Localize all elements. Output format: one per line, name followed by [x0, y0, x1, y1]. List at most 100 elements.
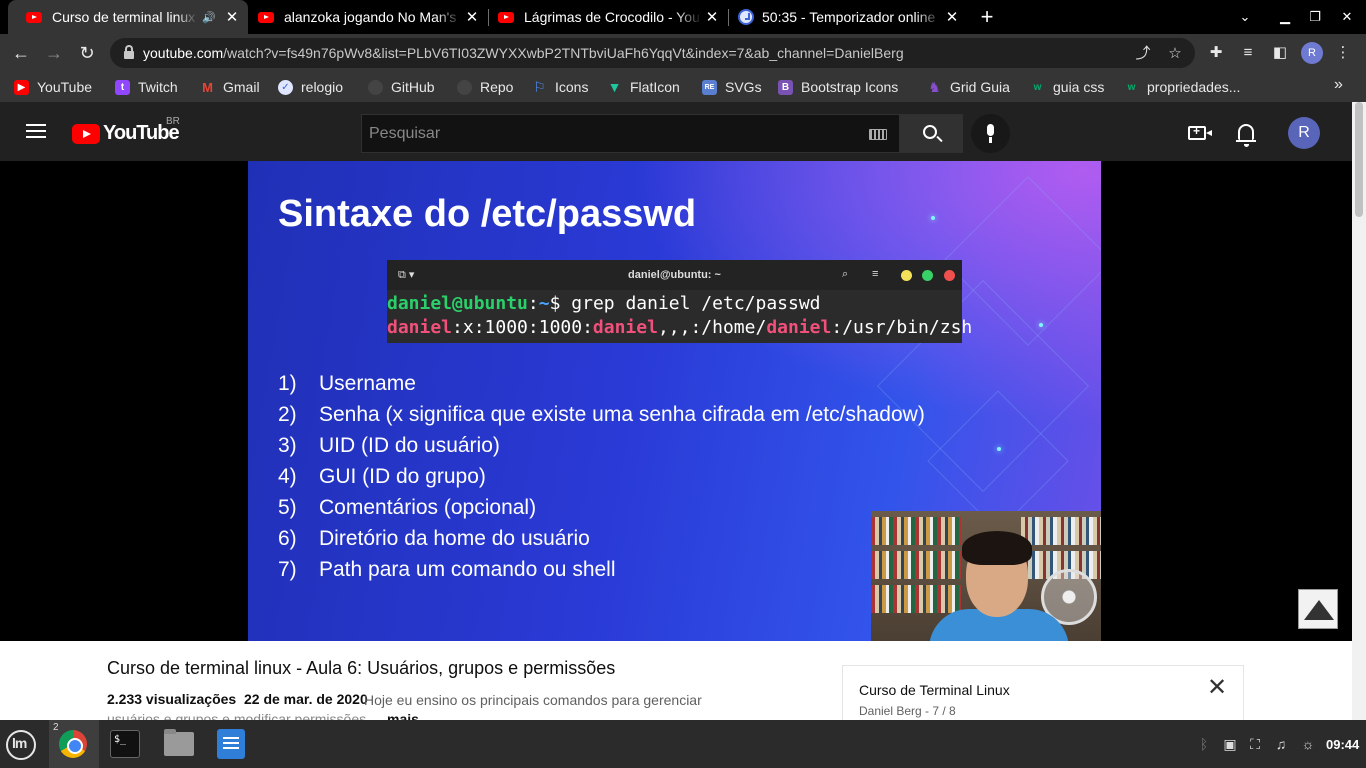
- bookmarks-overflow-chevron-icon[interactable]: »: [1334, 76, 1343, 94]
- media-queue-icon[interactable]: ≡: [1237, 42, 1259, 64]
- url-text[interactable]: youtube.com/watch?v=fs49n76pWv8&list=PLb…: [143, 45, 904, 61]
- tab-search-chevron-icon[interactable]: ⌄: [1228, 0, 1262, 34]
- scrollbar-thumb[interactable]: [1355, 102, 1363, 217]
- bookmark-star-icon[interactable]: ☆: [1164, 43, 1186, 65]
- tab-temporizador[interactable]: 50:35 - Temporizador online ✕: [728, 0, 968, 34]
- close-playlist-icon[interactable]: ✕: [1205, 676, 1229, 700]
- minimize-icon[interactable]: ▁: [1268, 0, 1302, 34]
- youtube-icon: [26, 11, 42, 23]
- bookmark-github[interactable]: GitHub: [368, 77, 435, 97]
- channel-watermark-logo[interactable]: [1298, 589, 1338, 629]
- bookmark-label: Twitch: [138, 79, 178, 95]
- list-item: 3) UID (ID do usuário): [278, 433, 500, 457]
- search-placeholder: Pesquisar: [369, 125, 441, 142]
- forward-button[interactable]: →: [42, 41, 66, 65]
- list-item: 2) Senha (x significa que existe uma senh…: [278, 402, 925, 426]
- video-stats: 2.233 visualizações 22 de mar. de 2020: [107, 691, 368, 707]
- youtube-play-icon: [72, 123, 100, 144]
- playlist-panel[interactable]: Curso de Terminal Linux Daniel Berg - 7 …: [842, 665, 1244, 725]
- bookmark-label: FlatIcon: [630, 79, 680, 95]
- menu-kebab-icon[interactable]: ⋮: [1332, 42, 1354, 64]
- hamburger-menu-icon[interactable]: [26, 124, 46, 138]
- lock-icon[interactable]: [124, 45, 134, 59]
- taskbar-files[interactable]: [153, 720, 203, 768]
- flag-icon: ⚐: [533, 78, 546, 95]
- tab-alanzoka[interactable]: alanzoka jogando No Man's Sky ✕: [248, 0, 488, 34]
- w3-icon: w: [1127, 81, 1136, 93]
- bookmark-propriedades[interactable]: w propriedades...: [1124, 77, 1241, 97]
- clock-time[interactable]: 09:44: [1326, 737, 1359, 752]
- playlist-title[interactable]: Curso de Terminal Linux: [859, 682, 1010, 698]
- slide-title: Sintaxe do /etc/passwd: [278, 193, 697, 235]
- side-panel-icon[interactable]: ◧: [1269, 42, 1291, 64]
- region-code: BR: [166, 116, 180, 127]
- mint-menu-icon[interactable]: [6, 730, 36, 760]
- bookmark-icons[interactable]: ⚐ Icons: [532, 77, 588, 97]
- clock-icon: [738, 9, 754, 25]
- page-scrollbar[interactable]: [1352, 102, 1366, 720]
- share-icon[interactable]: ⤴: [1132, 43, 1154, 65]
- bookmark-gmail[interactable]: M Gmail: [200, 77, 259, 97]
- bluetooth-icon[interactable]: ᛒ: [1196, 736, 1212, 752]
- taskbar-chrome[interactable]: 2: [49, 720, 99, 768]
- bookmark-youtube[interactable]: ▶ YouTube: [14, 77, 92, 97]
- voice-search-mic-icon[interactable]: [971, 114, 1010, 153]
- bookmark-repo[interactable]: Repo: [457, 77, 513, 97]
- close-tab-icon[interactable]: ✕: [942, 8, 962, 26]
- bookmark-label: Icons: [555, 79, 589, 95]
- speaker-icon[interactable]: 🔊: [202, 11, 216, 24]
- keyboard-icon[interactable]: [869, 129, 887, 140]
- clock-icon: ✓: [278, 79, 293, 95]
- bookmark-label: Repo: [480, 79, 514, 95]
- decorative-dot: [931, 216, 935, 220]
- notifications-bell-icon[interactable]: [1236, 124, 1256, 147]
- decorative-dot: [997, 447, 1001, 451]
- bookmark-relogio[interactable]: ✓ relogio: [278, 77, 343, 97]
- bookmark-guia-css[interactable]: w guia css: [1030, 77, 1105, 97]
- new-tab-button[interactable]: +: [976, 3, 998, 31]
- clipboard-icon[interactable]: ▣: [1222, 736, 1238, 752]
- taskbar-text-editor[interactable]: [206, 720, 256, 768]
- network-icon[interactable]: ⛶: [1247, 736, 1263, 752]
- bookmark-grid-guia[interactable]: ♞ Grid Guia: [927, 77, 1010, 97]
- bookmark-svgs[interactable]: RE SVGs: [702, 77, 762, 97]
- profile-avatar[interactable]: R: [1301, 42, 1323, 64]
- reload-button[interactable]: ↻: [75, 41, 99, 65]
- url-path: /watch?v=fs49n76pWv8&list=PLbV6TI03ZWYXX…: [223, 45, 904, 61]
- account-avatar[interactable]: R: [1288, 117, 1320, 149]
- bookmark-twitch[interactable]: t Twitch: [115, 77, 178, 97]
- video-description[interactable]: Hoje eu ensino os principais comandos pa…: [364, 692, 702, 708]
- taskbar-terminal[interactable]: $_: [99, 720, 149, 768]
- search-input[interactable]: Pesquisar: [361, 114, 900, 153]
- tab-lagrimas[interactable]: Lágrimas de Crocodilo - YouTube ✕: [488, 0, 728, 34]
- extensions-puzzle-icon[interactable]: ✚: [1205, 42, 1227, 64]
- video-info-section: Curso de terminal linux - Aula 6: Usuári…: [0, 641, 1352, 727]
- terminal-window: ⧉ ▾ daniel@ubuntu: ~ ⌕ ≡ daniel@ubuntu:~…: [387, 260, 972, 343]
- bookmarks-bar: ▶ YouTube t Twitch M Gmail ✓ relogio GitHub …: [0, 72, 1366, 102]
- list-item: 1) Username: [278, 371, 416, 395]
- close-tab-icon[interactable]: ✕: [462, 8, 482, 26]
- gmail-icon: M: [202, 79, 213, 95]
- close-tab-icon[interactable]: ✕: [702, 8, 722, 26]
- upload-date: 22 de mar. de 2020: [243, 691, 368, 707]
- sound-music-icon[interactable]: ♫: [1273, 736, 1289, 752]
- back-button[interactable]: ←: [9, 41, 33, 65]
- create-video-icon[interactable]: [1188, 124, 1212, 140]
- bookshelf-row: [871, 551, 961, 579]
- brightness-icon[interactable]: ☼: [1299, 736, 1317, 752]
- tab-title: 50:35 - Temporizador online: [762, 9, 936, 25]
- bookmark-bootstrap-icons[interactable]: B Bootstrap Icons: [778, 77, 898, 97]
- close-tab-icon[interactable]: ✕: [222, 8, 242, 26]
- passwd-fields-list: 1) Username 2) Senha (x significa que exis…: [278, 368, 925, 585]
- close-window-icon[interactable]: ✕: [1330, 0, 1364, 34]
- list-item: 7) Path para um comando ou shell: [278, 557, 616, 581]
- terminal-menu-icon: ≡: [872, 268, 879, 280]
- search-button[interactable]: [900, 114, 963, 153]
- address-bar[interactable]: youtube.com/watch?v=fs49n76pWv8&list=PLb…: [110, 38, 1195, 68]
- search-icon: [923, 125, 937, 139]
- bookmark-flaticon[interactable]: ▼ FlatIcon: [607, 77, 680, 97]
- tab-curso-terminal[interactable]: Curso de terminal linux - Aula 6: Usuári…: [8, 0, 248, 34]
- youtube-logo[interactable]: YouTube BR: [72, 116, 180, 145]
- terminal-titlebar: ⧉ ▾ daniel@ubuntu: ~ ⌕ ≡: [387, 260, 962, 290]
- restore-icon[interactable]: ❐: [1298, 0, 1332, 34]
